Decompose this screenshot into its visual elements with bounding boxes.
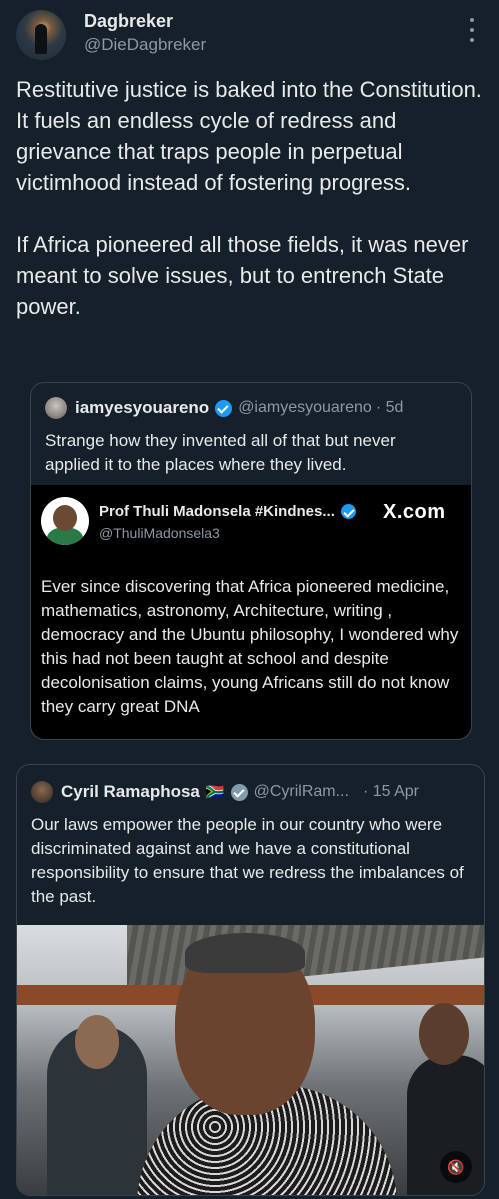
verified-badge-icon	[215, 399, 233, 417]
quote-author-name[interactable]: iamyesyouareno	[75, 398, 209, 418]
embed-author-name: Prof Thuli Madonsela #Kindnes...	[99, 503, 362, 520]
government-badge-icon	[230, 783, 248, 801]
second-quote-handle: @CyrilRam...	[253, 783, 349, 800]
quote-tweet-text: Strange how they invented all of that bu…	[45, 431, 396, 474]
embed-author-avatar	[41, 497, 89, 545]
embedded-post-image[interactable]: Prof Thuli Madonsela #Kindnes... @ThuliM…	[31, 485, 471, 739]
verified-badge-icon	[340, 504, 356, 519]
author-avatar[interactable]	[16, 10, 66, 60]
quote-author-handle: @iamyesyouareno	[238, 399, 372, 416]
second-quote-text: Our laws empower the people in our count…	[31, 815, 464, 906]
video-thumbnail[interactable]: 🔇	[17, 925, 484, 1195]
second-quote-avatar[interactable]	[31, 781, 53, 803]
second-quote-header: Cyril Ramaphosa 🇿🇦 @CyrilRam... · 15 Apr	[31, 780, 419, 804]
second-quote-card[interactable]: Cyril Ramaphosa 🇿🇦 @CyrilRam... · 15 Apr…	[16, 764, 485, 1196]
quote-timestamp: · 5d	[375, 399, 404, 416]
embed-author-name-text: Prof Thuli Madonsela #Kindnes...	[99, 503, 335, 520]
embed-post-text: Ever since discovering that Africa pione…	[41, 577, 459, 716]
quote-tweet-card[interactable]: iamyesyouareno @iamyesyouareno · 5d Stra…	[30, 382, 472, 740]
author-handle[interactable]: @DieDagbreker	[84, 35, 206, 55]
quote-author-avatar[interactable]	[45, 397, 67, 419]
south-africa-flag-icon: 🇿🇦	[205, 784, 225, 801]
speaker-muted-icon[interactable]: 🔇	[440, 1151, 472, 1183]
x-logo-text: X.com	[383, 501, 446, 523]
quote-tweet-header: iamyesyouareno @iamyesyouareno · 5d	[45, 396, 403, 420]
tweet-header: Dagbreker @DieDagbreker	[0, 0, 499, 70]
embed-author-handle: @ThuliMadonsela3	[99, 525, 220, 541]
second-quote-timestamp: · 15 Apr	[362, 783, 419, 800]
author-display-name[interactable]: Dagbreker	[84, 11, 173, 32]
second-quote-author-name[interactable]: Cyril Ramaphosa	[61, 782, 200, 802]
more-vertical-icon[interactable]	[462, 18, 482, 42]
tweet-text: Restitutive justice is baked into the Co…	[16, 77, 482, 319]
